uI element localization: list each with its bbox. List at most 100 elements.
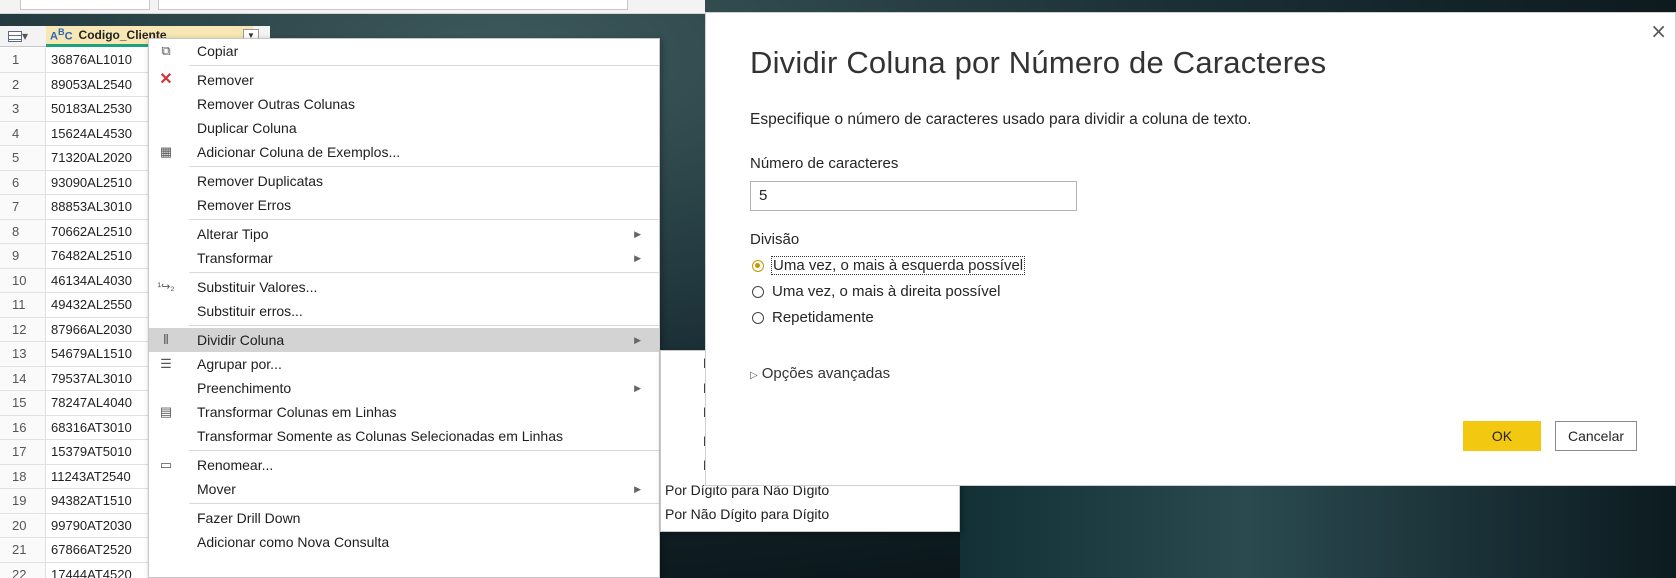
num-chars-label: Número de caracteres bbox=[750, 155, 899, 172]
table-menu-icon[interactable]: ▾ bbox=[8, 29, 38, 45]
menu-item-transform[interactable]: Transformar ▶ bbox=[149, 246, 659, 270]
split-label: Divisão bbox=[750, 231, 800, 248]
cell-codigo-cliente[interactable]: 68316AT3010 bbox=[46, 416, 132, 440]
cell-codigo-cliente[interactable]: 78247AL4040 bbox=[46, 391, 132, 415]
menu-item-label: Dividir Coluna bbox=[197, 332, 285, 348]
cell-codigo-cliente[interactable]: 67866AT2520 bbox=[46, 538, 132, 562]
menu-item-remove-duplicates[interactable]: Remover Duplicatas bbox=[149, 169, 659, 193]
menu-separator bbox=[189, 272, 659, 273]
radio-unselected-icon[interactable] bbox=[752, 285, 764, 298]
menu-item-replace-values[interactable]: ¹↪₂ Substituir Valores... bbox=[149, 275, 659, 299]
menu-item-replace-errors[interactable]: Substituir erros... bbox=[149, 299, 659, 323]
menu-item-label: Alterar Tipo bbox=[197, 226, 269, 242]
close-icon[interactable]: × bbox=[1650, 19, 1667, 43]
menu-item-rename[interactable]: ▭ Renomear... bbox=[149, 453, 659, 477]
cell-codigo-cliente[interactable]: 17444AT4520 bbox=[46, 563, 132, 578]
ok-button[interactable]: OK bbox=[1463, 421, 1541, 451]
cell-codigo-cliente[interactable]: 88853AL3010 bbox=[46, 195, 132, 219]
menu-item-add-as-new-query[interactable]: Adicionar como Nova Consulta bbox=[149, 530, 659, 554]
row-number: 16 bbox=[0, 415, 46, 439]
menu-item-label: Mover bbox=[197, 481, 236, 497]
radio-repeatedly[interactable]: Repetidamente bbox=[752, 309, 874, 326]
radio-label: Uma vez, o mais à esquerda possível bbox=[770, 256, 1026, 275]
row-number: 1 bbox=[0, 48, 46, 72]
menu-item-remove[interactable]: ✕ Remover bbox=[149, 68, 659, 92]
menu-item-group-by[interactable]: ☰ Agrupar por... bbox=[149, 352, 659, 376]
radio-unselected-icon[interactable] bbox=[752, 311, 764, 324]
radio-selected-icon[interactable] bbox=[752, 259, 764, 272]
row-number: 3 bbox=[0, 97, 46, 121]
row-number: 10 bbox=[0, 268, 46, 292]
menu-item-add-column-from-examples[interactable]: ▦ Adicionar Coluna de Exemplos... bbox=[149, 140, 659, 164]
replace-values-icon: ¹↪₂ bbox=[157, 281, 175, 293]
menu-item-label: Substituir erros... bbox=[197, 303, 303, 319]
menu-item-unpivot-selected-columns[interactable]: Transformar Somente as Colunas Seleciona… bbox=[149, 424, 659, 448]
row-number: 5 bbox=[0, 146, 46, 170]
cell-codigo-cliente[interactable]: 79537AL3010 bbox=[46, 367, 132, 391]
submenu-arrow-icon: ▶ bbox=[634, 229, 641, 239]
row-number: 6 bbox=[0, 170, 46, 194]
submenu-arrow-icon: ▶ bbox=[634, 253, 641, 263]
num-chars-input[interactable]: 5 bbox=[750, 181, 1077, 211]
cancel-button[interactable]: Cancelar bbox=[1555, 421, 1637, 451]
radio-label: Repetidamente bbox=[772, 309, 874, 326]
advanced-options-toggle[interactable]: ▷ Opções avançadas bbox=[750, 365, 890, 382]
row-number: 9 bbox=[0, 244, 46, 268]
menu-item-label: Agrupar por... bbox=[197, 356, 282, 372]
row-number: 11 bbox=[0, 293, 46, 317]
menu-separator bbox=[189, 65, 659, 66]
row-number: 14 bbox=[0, 366, 46, 390]
menu-item-label: Renomear... bbox=[197, 457, 274, 473]
formula-bar-strip bbox=[0, 0, 705, 14]
submenu-arrow-icon: ▶ bbox=[634, 383, 641, 393]
menu-item-remove-errors[interactable]: Remover Erros bbox=[149, 193, 659, 217]
cell-codigo-cliente[interactable]: 15624AL4530 bbox=[46, 122, 132, 146]
menu-item-duplicate-column[interactable]: Duplicar Coluna bbox=[149, 116, 659, 140]
row-number: 15 bbox=[0, 391, 46, 415]
cell-codigo-cliente[interactable]: 94382AT1510 bbox=[46, 489, 132, 513]
copy-icon: ⧉ bbox=[161, 43, 171, 58]
row-number: 2 bbox=[0, 72, 46, 96]
split-column-icon: ⫴ bbox=[163, 332, 169, 347]
cell-codigo-cliente[interactable]: 15379AT5010 bbox=[46, 440, 132, 464]
cell-codigo-cliente[interactable]: 99790AT2030 bbox=[46, 514, 132, 538]
menu-item-change-type[interactable]: Alterar Tipo ▶ bbox=[149, 222, 659, 246]
cell-codigo-cliente[interactable]: 46134AL4030 bbox=[46, 269, 132, 293]
cell-codigo-cliente[interactable]: 54679AL1510 bbox=[46, 342, 132, 366]
menu-item-copy[interactable]: ⧉ Copiar bbox=[149, 39, 659, 63]
menu-item-fill[interactable]: Preenchimento ▶ bbox=[149, 376, 659, 400]
radio-rightmost[interactable]: Uma vez, o mais à direita possível bbox=[752, 283, 1000, 300]
menu-separator bbox=[189, 503, 659, 504]
cell-codigo-cliente[interactable]: 93090AL2510 bbox=[46, 171, 132, 195]
menu-separator bbox=[189, 325, 659, 326]
cell-codigo-cliente[interactable]: 70662AL2510 bbox=[46, 220, 132, 244]
formula-field[interactable] bbox=[158, 0, 628, 10]
menu-item-label: Substituir Valores... bbox=[197, 279, 318, 295]
menu-item-remove-other-columns[interactable]: Remover Outras Colunas bbox=[149, 92, 659, 116]
menu-item-unpivot-columns[interactable]: ▤ Transformar Colunas em Linhas bbox=[149, 400, 659, 424]
cell-codigo-cliente[interactable]: 49432AL2550 bbox=[46, 293, 132, 317]
menu-item-move[interactable]: Mover ▶ bbox=[149, 477, 659, 501]
menu-item-label: Adicionar Coluna de Exemplos... bbox=[197, 144, 401, 160]
remove-icon: ✕ bbox=[159, 71, 173, 88]
menu-item-drill-down[interactable]: Fazer Drill Down bbox=[149, 506, 659, 530]
menu-item-split-column[interactable]: ⫴ Dividir Coluna ▶ bbox=[149, 328, 659, 352]
radio-leftmost[interactable]: Uma vez, o mais à esquerda possível bbox=[752, 256, 1026, 275]
cell-codigo-cliente[interactable]: 87966AL2030 bbox=[46, 318, 132, 342]
row-number: 13 bbox=[0, 342, 46, 366]
cell-codigo-cliente[interactable]: 76482AL2510 bbox=[46, 244, 132, 268]
menu-separator bbox=[189, 450, 659, 451]
advanced-options-label: Opções avançadas bbox=[761, 365, 891, 382]
query-name-field[interactable] bbox=[20, 0, 150, 10]
cell-codigo-cliente[interactable]: 11243AT2540 bbox=[46, 465, 131, 489]
cell-codigo-cliente[interactable]: 36876AL1010 bbox=[46, 48, 132, 72]
column-context-menu: ⧉ Copiar ✕ Remover Remover Outras Colunas … bbox=[148, 38, 660, 578]
menu-item-label: Copiar bbox=[197, 43, 239, 59]
cell-codigo-cliente[interactable]: 71320AL2020 bbox=[46, 146, 132, 170]
cell-codigo-cliente[interactable]: 89053AL2540 bbox=[46, 73, 132, 97]
text-type-icon[interactable]: ABC bbox=[50, 27, 73, 43]
cell-codigo-cliente[interactable]: 50183AL2530 bbox=[46, 97, 132, 121]
submenu-item-nondigit-to-digit[interactable]: Por Não Dígito para Dígito bbox=[661, 502, 959, 527]
row-number: 17 bbox=[0, 440, 46, 464]
menu-item-label: Remover Erros bbox=[197, 197, 292, 213]
